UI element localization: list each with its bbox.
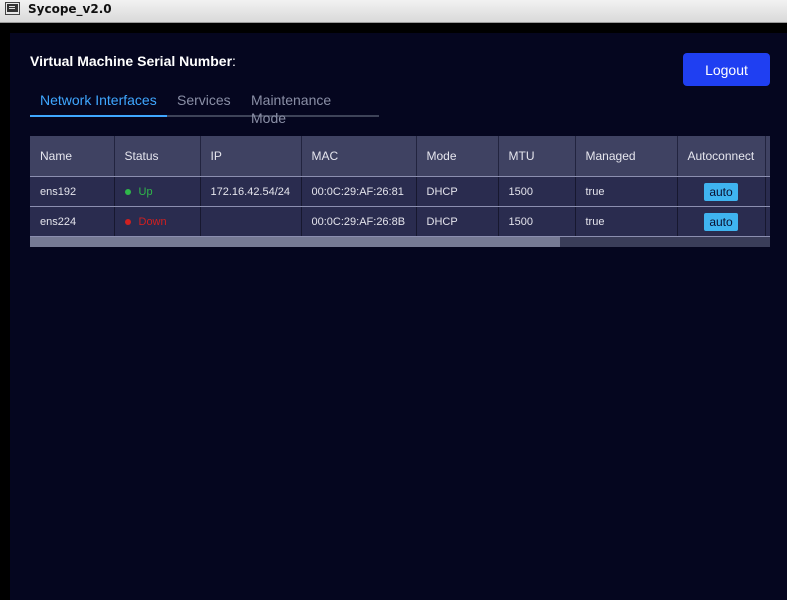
cell-autoconnect: auto xyxy=(677,176,766,207)
logout-button[interactable]: Logout xyxy=(683,53,770,86)
main-content: Virtual Machine Serial Number: Logout Ne… xyxy=(10,33,787,600)
column-header-name[interactable]: Name xyxy=(30,136,115,177)
column-header-overflow xyxy=(765,136,770,177)
cell-mac: 00:0C:29:AF:26:81 xyxy=(301,176,417,207)
column-header-managed[interactable]: Managed xyxy=(575,136,678,177)
tab-services[interactable]: Services xyxy=(167,91,241,115)
cell-overflow xyxy=(765,206,770,237)
cell-overflow xyxy=(765,176,770,207)
table-header-row: Name Status IP MAC Mode MTU Managed Auto… xyxy=(30,136,770,177)
cell-ip: 172.16.42.54/24 xyxy=(200,176,302,207)
status-text: Down xyxy=(138,215,167,228)
cell-mode: DHCP xyxy=(416,206,499,237)
column-header-mac[interactable]: MAC xyxy=(301,136,417,177)
titlebar-separator xyxy=(0,23,787,33)
horizontal-scrollbar[interactable] xyxy=(30,237,770,247)
cell-name: ens224 xyxy=(30,206,115,237)
cell-mtu: 1500 xyxy=(498,176,576,207)
column-header-mode[interactable]: Mode xyxy=(416,136,499,177)
window-titlebar[interactable]: Sycope_v2.0 xyxy=(0,0,787,23)
vm-serial-label-text: Virtual Machine Serial Number xyxy=(30,53,233,69)
cell-managed: true xyxy=(575,176,678,207)
network-interfaces-table: Name Status IP MAC Mode MTU Managed Auto… xyxy=(30,136,770,247)
tab-maintenance-mode[interactable]: Maintenance Mode xyxy=(241,91,379,126)
column-header-mtu[interactable]: MTU xyxy=(498,136,576,177)
vm-serial-colon: : xyxy=(232,53,236,69)
scrollbar-thumb[interactable] xyxy=(30,237,560,247)
column-header-autoconnect[interactable]: Autoconnect xyxy=(677,136,766,177)
status-text: Up xyxy=(138,185,153,198)
tab-network-interfaces[interactable]: Network Interfaces xyxy=(30,91,167,117)
autoconnect-button[interactable]: auto xyxy=(704,182,738,201)
table-row[interactable]: ens192 Up 172.16.42.54/24 00:0C:29:AF:26… xyxy=(30,176,770,207)
cell-name: ens192 xyxy=(30,176,115,207)
terminal-window-icon xyxy=(5,2,20,15)
cell-mtu: 1500 xyxy=(498,206,576,237)
status-dot-icon xyxy=(124,188,131,195)
cell-managed: true xyxy=(575,206,678,237)
column-header-ip[interactable]: IP xyxy=(200,136,302,177)
cell-status: Down xyxy=(114,206,201,237)
cell-autoconnect: auto xyxy=(677,206,766,237)
window-title: Sycope_v2.0 xyxy=(28,2,112,16)
cell-status: Up xyxy=(114,176,201,207)
table-row[interactable]: ens224 Down 00:0C:29:AF:26:8B DHCP 1500 … xyxy=(30,206,770,237)
cell-ip xyxy=(200,206,302,237)
cell-mode: DHCP xyxy=(416,176,499,207)
interfaces-table: Name Status IP MAC Mode MTU Managed Auto… xyxy=(30,136,770,237)
tab-bar: Network Interfaces Services Maintenance … xyxy=(30,91,379,126)
autoconnect-button[interactable]: auto xyxy=(704,212,738,231)
column-header-status[interactable]: Status xyxy=(114,136,201,177)
left-border xyxy=(0,23,10,600)
status-dot-icon xyxy=(124,218,131,225)
cell-mac: 00:0C:29:AF:26:8B xyxy=(301,206,417,237)
vm-serial-label: Virtual Machine Serial Number: xyxy=(30,53,236,69)
